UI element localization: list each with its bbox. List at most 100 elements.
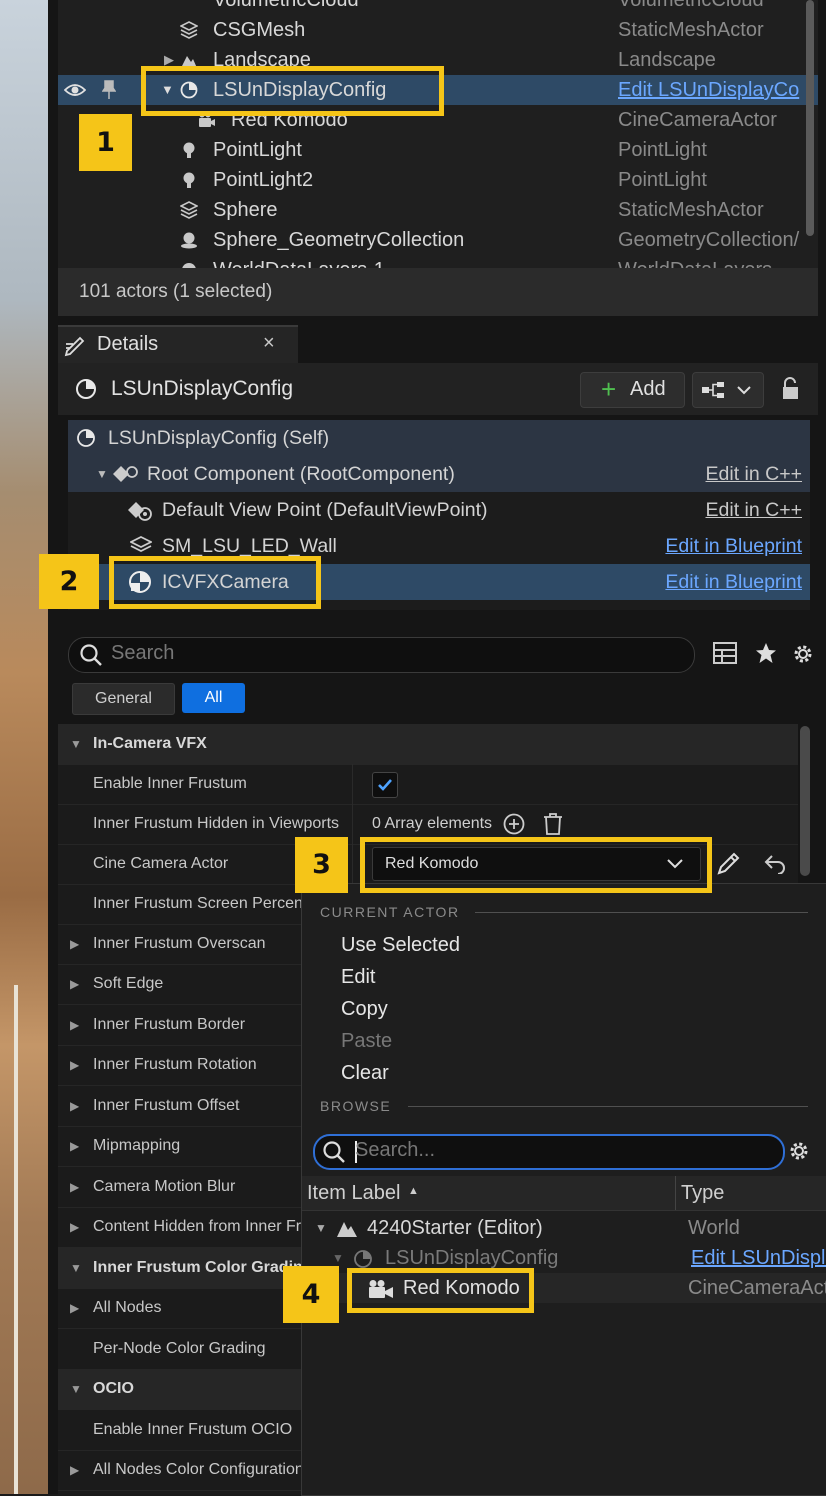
filter-general[interactable]: General — [72, 683, 175, 715]
gear-icon[interactable] — [791, 642, 815, 666]
property-group[interactable]: ▶ Content Hidden from Inner Frustum — [58, 1207, 301, 1248]
search-placeholder: Search... — [355, 1139, 436, 1161]
details-icon — [64, 336, 85, 357]
column-type[interactable]: Type — [681, 1176, 724, 1210]
reset-arrow-icon[interactable] — [764, 854, 786, 874]
menu-clear[interactable]: Clear — [341, 1062, 389, 1085]
filter-all[interactable]: All — [182, 683, 245, 713]
property-label: Enable Inner Frustum OCIO — [93, 1421, 293, 1438]
pin-icon[interactable] — [102, 80, 116, 100]
blueprint-actor-icon — [76, 379, 96, 399]
property-label: Inner Frustum Rotation — [93, 1056, 257, 1073]
close-tab-button[interactable]: × — [263, 332, 275, 355]
section-current-actor: CURRENT ACTOR — [320, 904, 460, 920]
callout-number-3: 3 — [295, 837, 348, 893]
geometry-collection-icon — [181, 232, 197, 249]
add-element-icon[interactable] — [503, 813, 525, 835]
lock-icon[interactable] — [780, 377, 802, 401]
world-outliner: VolumetricCloud VolumetricCloud CSGMesh … — [58, 0, 818, 268]
callout-box-3 — [360, 837, 712, 893]
callout-box-4 — [347, 1268, 534, 1313]
outliner-row[interactable]: VolumetricCloud VolumetricCloud — [58, 0, 818, 15]
expand-arrow-icon: ▶ — [70, 1058, 80, 1072]
popup-search-input[interactable]: Search... — [313, 1134, 785, 1170]
selected-actor-name: LSUnDisplayConfig — [111, 377, 294, 400]
callout-number-2: 2 — [39, 554, 99, 609]
component-row[interactable]: ▼ Root Component (RootComponent) Edit in… — [68, 456, 810, 492]
outliner-item-type: VolumetricCloud — [618, 0, 764, 11]
collapse-arrow-icon: ▼ — [70, 1261, 82, 1275]
outliner-row[interactable]: PointLight2 PointLight — [58, 165, 818, 195]
edit-in-cpp-link[interactable]: Edit in C++ — [706, 456, 802, 492]
outliner-item-name: PointLight2 — [213, 169, 314, 191]
outliner-item-name: WorldDataLayers-1 — [213, 255, 385, 268]
expand-arrow-icon: ▶ — [70, 1220, 80, 1234]
add-component-button[interactable]: + Add — [580, 372, 685, 408]
eye-icon[interactable] — [64, 81, 86, 99]
static-mesh-icon — [180, 201, 198, 219]
property-label: Mipmapping — [93, 1137, 181, 1154]
component-row[interactable]: LSUnDisplayConfig (Self) — [68, 420, 810, 456]
edit-in-cpp-link[interactable]: Edit in C++ — [706, 492, 802, 528]
outliner-row[interactable]: WorldDataLayers-1 WorldDataLayers — [58, 255, 818, 268]
expand-arrow-icon: ▶ — [70, 1180, 80, 1194]
outliner-item-type: StaticMeshActor — [618, 19, 764, 41]
outliner-row[interactable]: Sphere_GeometryCollection GeometryCollec… — [58, 225, 818, 255]
divider — [408, 1106, 808, 1107]
outliner-row[interactable]: Sphere StaticMeshActor — [58, 195, 818, 225]
category-in-camera-vfx[interactable]: ▼ In-Camera VFX — [58, 724, 798, 765]
outliner-item-name: VolumetricCloud — [213, 0, 359, 11]
details-header: LSUnDisplayConfig + Add — [58, 363, 818, 415]
table-view-icon[interactable] — [713, 642, 737, 664]
star-icon[interactable] — [755, 642, 777, 664]
menu-copy[interactable]: Copy — [341, 998, 388, 1021]
blueprint-options-button[interactable] — [692, 372, 764, 408]
edit-in-blueprint-link[interactable]: Edit in Blueprint — [665, 564, 802, 600]
menu-use-selected[interactable]: Use Selected — [341, 934, 460, 957]
enable-inner-frustum-checkbox[interactable] — [372, 772, 398, 798]
point-light-icon — [183, 172, 195, 188]
add-label: Add — [630, 378, 666, 400]
property-label: Camera Motion Blur — [93, 1178, 236, 1195]
static-mesh-icon — [130, 536, 152, 553]
callout-box-1 — [141, 66, 444, 116]
blueprint-actor-icon — [77, 429, 95, 447]
gear-icon[interactable] — [787, 1139, 811, 1163]
outliner-item-type: GeometryCollection/ — [618, 229, 800, 251]
picker-row[interactable]: ▼ 4240Starter (Editor) World — [302, 1213, 826, 1243]
expand-arrow-icon: ▶ — [70, 1301, 80, 1315]
expand-arrow-icon: ▶ — [70, 937, 80, 951]
viewport-background — [0, 0, 48, 1494]
sort-up-icon: ▲ — [408, 1185, 419, 1197]
edit-blueprint-link[interactable]: Edit LSUnDispla — [691, 1243, 826, 1273]
edit-in-blueprint-link[interactable]: Edit in Blueprint — [665, 528, 802, 564]
component-row[interactable]: Default View Point (DefaultViewPoint) Ed… — [68, 492, 810, 528]
column-item-label[interactable]: Item Label — [307, 1176, 400, 1210]
category-color-grading[interactable]: ▼ Inner Frustum Color Grading — [58, 1248, 301, 1289]
eyedropper-icon[interactable] — [716, 852, 740, 876]
property-label: Content Hidden from Inner Frustum — [93, 1218, 301, 1235]
trash-icon[interactable] — [542, 812, 564, 836]
outliner-item-name: CSGMesh — [213, 19, 306, 41]
outliner-row[interactable]: CSGMesh StaticMeshActor — [58, 15, 818, 45]
property-label: Per-Node Color Grading — [93, 1340, 266, 1357]
property-label: Enable Inner Frustum — [93, 775, 247, 792]
category-label: OCIO — [93, 1380, 134, 1397]
property-row: Enable Inner Frustum — [58, 764, 798, 805]
outliner-scrollbar[interactable] — [806, 0, 814, 236]
details-scrollbar[interactable] — [800, 726, 810, 876]
outliner-item-name: PointLight — [213, 139, 302, 161]
picker-item-type: CineCameraAct — [688, 1277, 826, 1299]
chevron-down-icon — [737, 386, 751, 395]
component-name: Default View Point (DefaultViewPoint) — [162, 499, 488, 521]
property-label: Inner Frustum Overscan — [93, 935, 266, 952]
callout-number-4: 4 — [283, 1266, 339, 1323]
menu-edit[interactable]: Edit — [341, 966, 375, 989]
outliner-row[interactable]: PointLight PointLight — [58, 135, 818, 165]
details-search-input[interactable]: Search — [68, 637, 695, 673]
edit-blueprint-link[interactable]: Edit LSUnDisplayCo — [618, 75, 799, 105]
collapse-arrow-icon[interactable]: ▼ — [96, 456, 108, 492]
property-group[interactable]: ▶ All Nodes Color Configuration — [58, 1450, 301, 1491]
tab-details[interactable]: Details × — [58, 325, 298, 365]
world-data-layers-icon — [182, 263, 196, 268]
